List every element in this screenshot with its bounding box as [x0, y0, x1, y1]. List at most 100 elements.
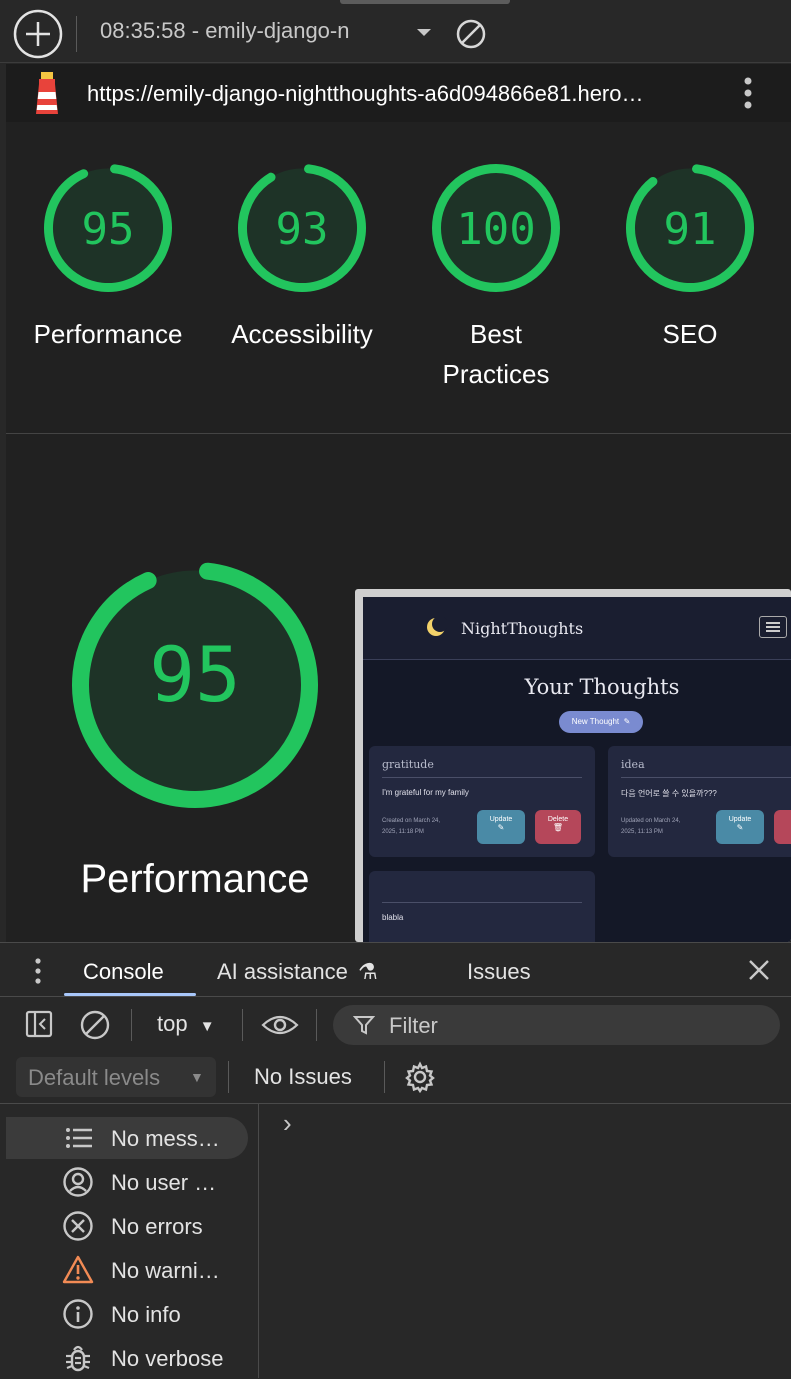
seo-label: SEO: [662, 319, 718, 349]
report-url: https://emily-django-nightthoughts-a6d09…: [87, 81, 644, 106]
toolbar-divider: [228, 1061, 229, 1093]
error-circle-icon: [63, 1211, 93, 1241]
update-button: Update ✎: [477, 810, 525, 844]
toolbar-divider: [316, 1009, 317, 1041]
gear-icon[interactable]: [404, 1061, 436, 1093]
sidebar-item-messages[interactable]: No mess…: [6, 1117, 248, 1159]
lighthouse-icon: [36, 72, 58, 114]
context-label: top: [157, 1011, 188, 1036]
report-url-bar: https://emily-django-nightthoughts-a6d09…: [6, 64, 791, 122]
delete-label: Delete: [547, 816, 569, 823]
trash-icon: 🗑: [552, 823, 564, 832]
filter-icon: [353, 1016, 375, 1035]
new-thought-button: New Thought ✎: [559, 711, 643, 733]
accessibility-score: 93: [275, 204, 329, 255]
toolbar-divider: [76, 16, 77, 52]
plus-circle-icon: [13, 9, 63, 59]
lighthouse-report: 95 Performance 93 Accessibility 100 Best…: [6, 122, 791, 942]
tab-issues[interactable]: Issues: [467, 959, 531, 985]
prompt-chevron-icon: ›: [283, 1108, 292, 1138]
delete-label: D: [774, 816, 791, 823]
sidebar-item-verbose[interactable]: No verbose: [6, 1337, 248, 1379]
new-thought-label: New Thought: [571, 717, 620, 726]
sidebar-item-label: No warni…: [111, 1258, 220, 1283]
thoughts-heading: Your Thoughts: [524, 675, 680, 699]
update-label: Update: [728, 816, 752, 823]
more-tabs-icon[interactable]: [32, 957, 44, 985]
main-performance-score: 95: [149, 630, 241, 719]
toolbar-divider: [384, 1061, 385, 1093]
tab-ai-assistance-label: AI assistance: [217, 959, 348, 984]
report-selector[interactable]: 08:35:58 - emily-django-n: [100, 18, 349, 50]
tab-issues-label: Issues: [467, 959, 531, 984]
tab-ai-assistance[interactable]: AI assistance ⚗: [217, 959, 378, 985]
add-report-button[interactable]: [12, 8, 64, 60]
context-selector[interactable]: top ▼: [157, 1011, 215, 1037]
sidebar-item-warnings[interactable]: No warni…: [6, 1249, 248, 1291]
kebab-menu-icon[interactable]: [741, 76, 755, 110]
sidebar-item-label: No user …: [111, 1170, 217, 1195]
levels-label: Default levels: [28, 1065, 161, 1090]
tab-console-label: Console: [83, 959, 164, 984]
bug-icon: [66, 1345, 90, 1372]
clear-console-icon[interactable]: [79, 1009, 111, 1041]
warning-triangle-icon: [62, 1255, 94, 1284]
thought-card: blabla: [369, 871, 595, 942]
site-navbar: NightThoughts: [363, 597, 791, 660]
card-text: 다음 언어로 쓸 수 있을까???: [621, 789, 717, 798]
card-divider: [382, 777, 582, 778]
screenshot-page: NightThoughts Your Thoughts New Thought …: [363, 597, 791, 942]
list-icon: [66, 1128, 92, 1148]
update-label: Update: [489, 816, 513, 823]
card-text: I'm grateful for my family: [382, 788, 469, 797]
accessibility-label: Accessibility: [231, 319, 373, 349]
performance-score: 95: [81, 204, 135, 255]
sidebar-item-errors[interactable]: No errors: [6, 1205, 248, 1247]
toolbar-divider: [131, 1009, 132, 1041]
flask-icon: ⚗: [357, 959, 378, 984]
toolbar-divider: [242, 1009, 243, 1041]
performance-label: Performance: [33, 319, 183, 349]
sidebar-item-label: No mess…: [111, 1126, 220, 1151]
eye-icon[interactable]: [261, 1012, 299, 1038]
user-circle-icon: [63, 1167, 93, 1197]
console-prompt[interactable]: ›: [259, 1104, 791, 1378]
card-tag: gratitude: [382, 758, 434, 771]
issues-counter[interactable]: No Issues: [254, 1064, 352, 1090]
final-screenshot[interactable]: NightThoughts Your Thoughts New Thought …: [355, 589, 791, 942]
site-brand: NightThoughts: [461, 619, 584, 638]
sidebar-item-label: No info: [111, 1302, 181, 1327]
devtools-top-toolbar: 08:35:58 - emily-django-n: [0, 0, 791, 63]
chevron-down-icon: ▼: [190, 1069, 204, 1085]
clear-reports-button[interactable]: [454, 17, 488, 51]
sidebar-item-label: No errors: [111, 1214, 203, 1239]
sidebar-item-user-messages[interactable]: No user …: [6, 1161, 248, 1203]
block-icon: [456, 19, 486, 49]
sidebar-toggle-icon[interactable]: [25, 1010, 53, 1038]
console-sidebar: No mess… No user … No errors No warni… N…: [0, 1104, 259, 1378]
filter-input[interactable]: Filter: [333, 1005, 780, 1045]
best-practices-score: 100: [456, 204, 536, 255]
card-tag: idea: [621, 758, 645, 771]
seo-score: 91: [663, 204, 717, 255]
levels-dropdown[interactable]: Default levels ▼: [16, 1057, 216, 1097]
hamburger-menu-icon: [759, 616, 787, 638]
sidebar-item-label: No verbose: [111, 1346, 224, 1371]
devtools-drawer: Console AI assistance ⚗ Issues top ▼ Fil…: [0, 942, 791, 1378]
tab-console[interactable]: Console: [83, 959, 164, 985]
chevron-down-icon[interactable]: [416, 28, 432, 38]
card-divider: [382, 902, 582, 903]
edit-icon: ✎: [623, 717, 631, 726]
moon-logo-icon: [427, 616, 447, 636]
sidebar-item-info[interactable]: No info: [6, 1293, 248, 1335]
thought-card: gratitude I'm grateful for my family Cre…: [369, 746, 595, 857]
section-divider: [6, 433, 791, 434]
info-circle-icon: [63, 1299, 93, 1329]
card-meta: Updated on March 24, 2025, 11:13 PM: [621, 816, 680, 838]
delete-button: Delete 🗑: [535, 810, 581, 844]
tabbar-divider: [0, 996, 791, 997]
delete-button: D: [774, 810, 791, 844]
card-meta-line: Created on March 24,: [382, 818, 441, 824]
filter-placeholder: Filter: [389, 1013, 438, 1038]
close-icon[interactable]: [748, 959, 770, 981]
